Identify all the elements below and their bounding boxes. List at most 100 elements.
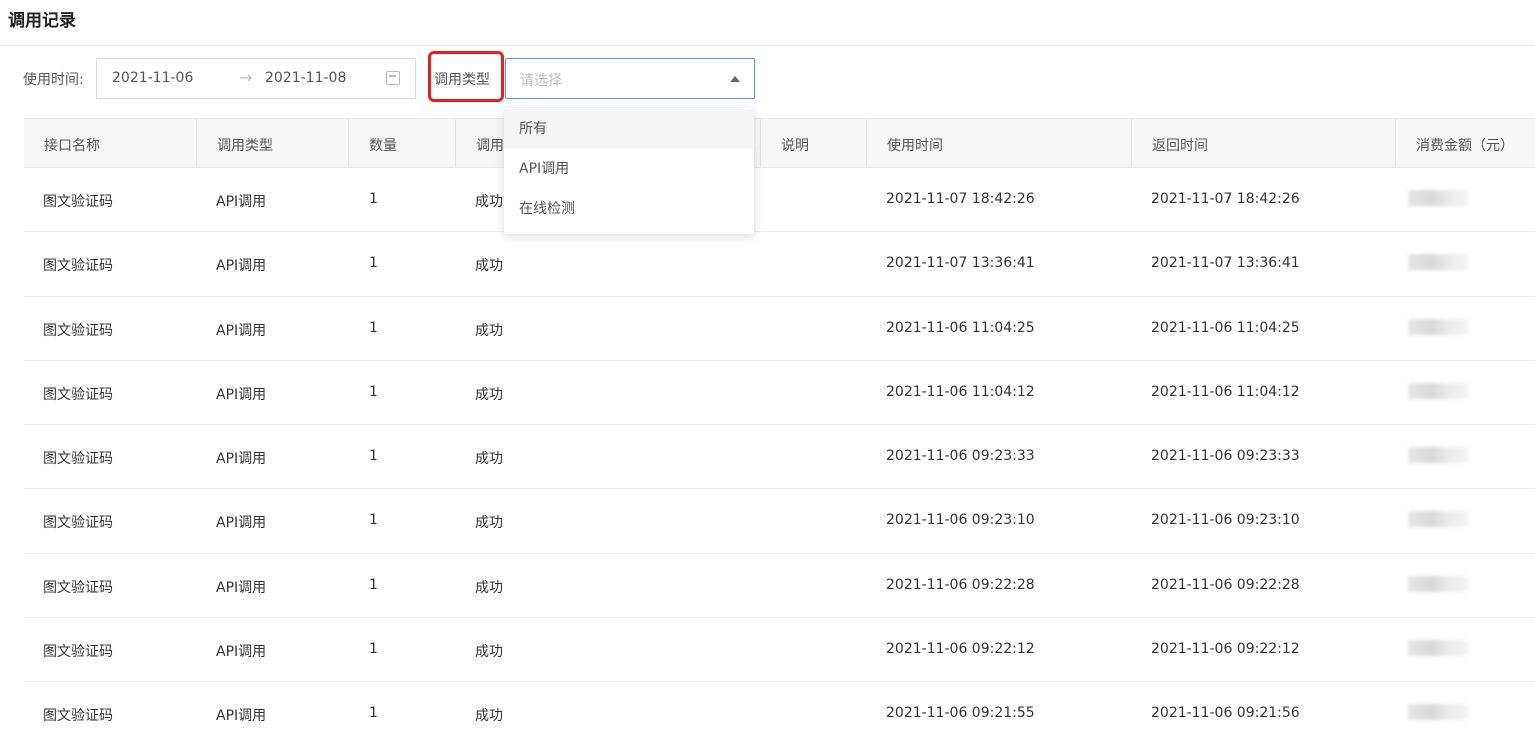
cell-name: 图文验证码 <box>43 322 113 339</box>
cell-use-time: 2021-11-07 13:36:41 <box>886 255 1035 272</box>
table-row: 图文验证码 API调用 1 成功 2021-11-06 09:23:10 202… <box>24 489 1535 554</box>
column-divider <box>1131 119 1132 167</box>
cell-type: API调用 <box>216 515 267 532</box>
cell-count: 1 <box>369 705 378 722</box>
column-divider <box>866 119 867 167</box>
redacted-amount <box>1408 382 1468 399</box>
cell-type: API调用 <box>216 708 267 725</box>
table-row: 图文验证码 API调用 1 成功 2021-11-07 18:42:26 202… <box>24 168 1535 233</box>
dropdown-option-all[interactable]: 所有 <box>504 109 754 149</box>
redacted-amount <box>1408 704 1468 721</box>
cell-name: 图文验证码 <box>43 451 113 468</box>
title-divider <box>0 45 1535 46</box>
type-dropdown-menu: 所有 API调用 在线检测 <box>504 108 754 234</box>
cell-status: 成功 <box>475 194 503 210</box>
cell-name: 图文验证码 <box>43 515 113 532</box>
cell-return-time: 2021-11-06 11:04:25 <box>1151 319 1300 336</box>
column-divider <box>455 119 456 167</box>
cell-use-time: 2021-11-06 09:22:12 <box>886 641 1035 658</box>
column-header: 数量 <box>369 138 397 154</box>
dropdown-option-api[interactable]: API调用 <box>504 149 754 189</box>
cell-use-time: 2021-11-06 09:23:10 <box>886 512 1035 529</box>
cell-use-time: 2021-11-06 09:21:55 <box>886 705 1035 722</box>
column-divider <box>760 119 761 167</box>
redacted-amount <box>1408 640 1468 657</box>
cell-use-time: 2021-11-06 09:22:28 <box>886 576 1035 593</box>
cell-name: 图文验证码 <box>43 708 113 725</box>
dropdown-option-online-check[interactable]: 在线检测 <box>504 189 754 229</box>
cell-type: API调用 <box>216 451 267 468</box>
cell-type: API调用 <box>216 322 267 339</box>
cell-return-time: 2021-11-06 09:22:12 <box>1151 641 1300 658</box>
cell-use-time: 2021-11-07 18:42:26 <box>886 191 1035 207</box>
table-header: 接口名称 调用类型 数量 调用 说明 使用时间 返回时间 消费金额（元） <box>24 118 1535 168</box>
cell-count: 1 <box>369 448 378 465</box>
table-row: 图文验证码 API调用 1 成功 2021-11-07 13:36:41 202… <box>24 232 1535 297</box>
cell-type: API调用 <box>216 644 267 661</box>
column-divider <box>1395 119 1396 167</box>
cell-status: 成功 <box>475 644 503 661</box>
column-header: 说明 <box>781 138 809 154</box>
date-range-picker[interactable]: 2021-11-06 → 2021-11-08 <box>96 58 416 99</box>
table-row: 图文验证码 API调用 1 成功 2021-11-06 09:23:33 202… <box>24 425 1535 490</box>
cell-name: 图文验证码 <box>43 194 113 210</box>
cell-use-time: 2021-11-06 09:23:33 <box>886 448 1035 465</box>
date-end-input[interactable]: 2021-11-08 <box>265 70 346 86</box>
table-row: 图文验证码 API调用 1 成功 2021-11-06 09:22:28 202… <box>24 554 1535 619</box>
cell-count: 1 <box>369 319 378 336</box>
cell-use-time: 2021-11-06 11:04:12 <box>886 383 1035 400</box>
redacted-amount <box>1408 190 1468 206</box>
column-header: 使用时间 <box>887 138 943 154</box>
cell-name: 图文验证码 <box>43 644 113 661</box>
table-row: 图文验证码 API调用 1 成功 2021-11-06 11:04:12 202… <box>24 361 1535 426</box>
cell-return-time: 2021-11-06 09:22:28 <box>1151 576 1300 593</box>
column-divider <box>348 119 349 167</box>
records-table: 接口名称 调用类型 数量 调用 说明 使用时间 返回时间 消费金额（元） 图文验… <box>24 118 1535 745</box>
cell-status: 成功 <box>475 258 503 275</box>
redacted-amount <box>1408 447 1468 464</box>
arrow-right-icon: → <box>239 68 253 87</box>
date-start-input[interactable]: 2021-11-06 <box>112 70 193 86</box>
type-select[interactable]: 请选择 <box>505 58 755 99</box>
cell-return-time: 2021-11-06 09:21:56 <box>1151 705 1300 722</box>
cell-count: 1 <box>369 576 378 593</box>
column-header: 调用类型 <box>217 138 273 154</box>
cell-count: 1 <box>369 383 378 400</box>
cell-return-time: 2021-11-07 13:36:41 <box>1151 255 1300 272</box>
cell-type: API调用 <box>216 258 267 275</box>
caret-up-icon[interactable] <box>730 76 740 82</box>
cell-name: 图文验证码 <box>43 258 113 275</box>
cell-count: 1 <box>369 191 378 207</box>
cell-status: 成功 <box>475 708 503 725</box>
table-row: 图文验证码 API调用 1 成功 2021-11-06 11:04:25 202… <box>24 297 1535 361</box>
column-header: 调用 <box>476 138 504 154</box>
cell-count: 1 <box>369 512 378 529</box>
cell-name: 图文验证码 <box>43 386 113 403</box>
calendar-icon[interactable] <box>386 71 400 85</box>
cell-status: 成功 <box>475 451 503 468</box>
cell-type: API调用 <box>216 579 267 596</box>
redacted-amount <box>1408 511 1468 528</box>
cell-name: 图文验证码 <box>43 579 113 596</box>
cell-return-time: 2021-11-06 11:04:12 <box>1151 383 1300 400</box>
type-filter-label: 调用类型 <box>434 72 490 88</box>
cell-count: 1 <box>369 641 378 658</box>
cell-return-time: 2021-11-07 18:42:26 <box>1151 191 1300 207</box>
column-header: 消费金额（元） <box>1416 138 1514 154</box>
time-filter-label: 使用时间: <box>23 72 84 88</box>
cell-status: 成功 <box>475 386 503 403</box>
redacted-amount <box>1408 254 1468 271</box>
redacted-amount <box>1408 575 1468 592</box>
type-select-placeholder: 请选择 <box>520 73 562 89</box>
cell-type: API调用 <box>216 194 267 210</box>
cell-return-time: 2021-11-06 09:23:33 <box>1151 448 1300 465</box>
cell-count: 1 <box>369 255 378 272</box>
column-divider <box>196 119 197 167</box>
column-header: 接口名称 <box>44 138 100 154</box>
cell-status: 成功 <box>475 322 503 339</box>
cell-status: 成功 <box>475 579 503 596</box>
redacted-amount <box>1408 318 1468 335</box>
cell-status: 成功 <box>475 515 503 532</box>
cell-type: API调用 <box>216 386 267 403</box>
page-title: 调用记录 <box>8 11 76 31</box>
